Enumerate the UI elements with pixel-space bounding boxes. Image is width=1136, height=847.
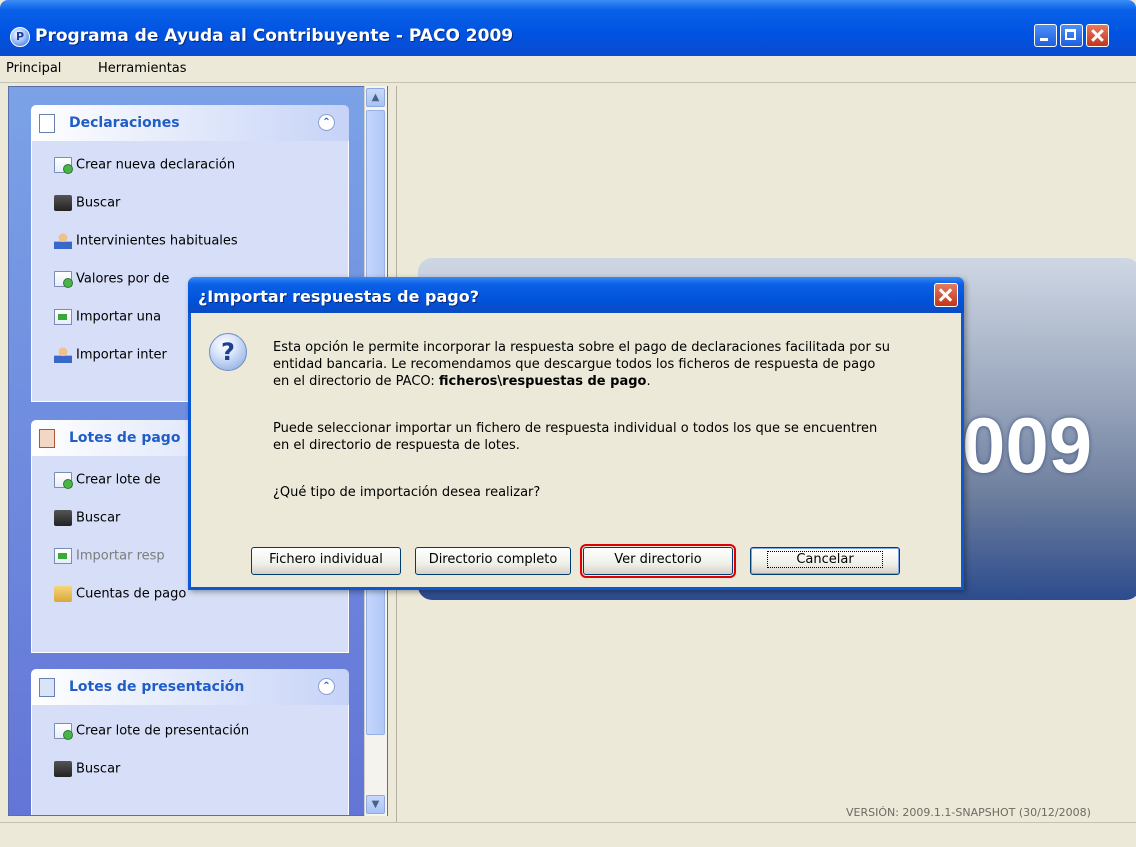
minimize-button[interactable] [1034,24,1057,47]
binoculars-icon [54,761,72,777]
close-window-button[interactable] [1086,24,1109,47]
binoculars-icon [54,195,72,211]
window-title: Programa de Ayuda al Contribuyente - PAC… [35,26,514,46]
banner-year: 009 [962,401,1093,489]
import-icon [54,309,72,325]
dialog-title: ¿Importar respuestas de pago? [198,287,480,306]
status-bar [0,822,1136,847]
dialog-paragraph-1: Esta opción le permite incorporar la res… [273,340,890,389]
dialog-question: ¿Qué tipo de importación desea realizar? [273,485,541,500]
group-header-lotes-presentacion[interactable]: Lotes de presentación ⌃ [31,669,349,705]
sidebar-item-importar-una[interactable]: Importar una [54,309,161,325]
scroll-up-icon[interactable]: ▲ [366,88,385,107]
sidebar-item-crear-declaracion[interactable]: Crear nueva declaración [54,157,235,174]
sidebar-item-cuentas-pago[interactable]: Cuentas de pago [54,586,186,602]
menu-bar: Principal Herramientas [0,56,1136,83]
app-icon: P [10,27,30,47]
group-body: Crear lote de presentación Buscar [31,705,349,815]
menu-principal[interactable]: Principal [6,61,61,76]
collapse-icon[interactable]: ⌃ [318,114,335,131]
group-header-declaraciones[interactable]: Declaraciones ⌃ [31,105,349,141]
sidebar-item-intervinientes[interactable]: Intervinientes habituales [54,233,238,249]
cancelar-button[interactable]: Cancelar [750,547,900,575]
sidebar-item-buscar[interactable]: Buscar [54,195,120,211]
maximize-button[interactable] [1060,24,1083,47]
version-label: VERSIÓN: 2009.1.1-SNAPSHOT (30/12/2008) [846,806,1091,819]
scroll-down-icon[interactable]: ▼ [366,795,385,814]
fichero-individual-button[interactable]: Fichero individual [251,547,401,575]
group-title: Lotes de presentación [69,679,245,695]
binoculars-icon [54,510,72,526]
import-icon [54,548,72,564]
sidebar-item-importar-inter[interactable]: Importar inter [54,347,167,363]
question-icon: ? [209,333,247,371]
new-document-icon [54,472,73,489]
payment-batch-icon [39,429,55,448]
window-titlebar: P Programa de Ayuda al Contribuyente - P… [0,0,1136,56]
group-title: Lotes de pago [69,430,181,446]
new-document-icon [54,157,73,174]
collapse-icon[interactable]: ⌃ [318,678,335,695]
sidebar-item-crear-lote-presentacion[interactable]: Crear lote de presentación [54,723,249,740]
dialog-body: ? Esta opción le permite incorporar la r… [191,313,961,587]
sidebar-item-importar-resp[interactable]: Importar resp [54,548,165,564]
menu-herramientas[interactable]: Herramientas [98,61,187,76]
group-lotes-presentacion: Lotes de presentación ⌃ Crear lote de pr… [31,669,349,815]
group-title: Declaraciones [69,115,180,131]
user-icon [54,347,72,363]
sidebar-item-buscar[interactable]: Buscar [54,761,120,777]
document-icon [54,271,73,288]
sidebar-item-valores[interactable]: Valores por de [54,271,169,288]
directorio-completo-button[interactable]: Directorio completo [415,547,571,575]
dialog-close-button[interactable] [934,283,958,307]
folder-users-icon [54,586,72,602]
ver-directorio-button[interactable]: Ver directorio [580,544,736,578]
user-icon [54,233,72,249]
dialog-titlebar: ¿Importar respuestas de pago? [188,277,964,313]
new-document-icon [54,723,73,740]
document-icon [39,114,55,133]
sidebar-item-buscar[interactable]: Buscar [54,510,120,526]
sidebar-item-crear-lote[interactable]: Crear lote de [54,472,161,489]
presentation-batch-icon [39,678,55,697]
dialog-paragraph-2: Puede seleccionar importar un fichero de… [273,421,878,453]
import-dialog: ¿Importar respuestas de pago? ? Esta opc… [188,277,964,590]
